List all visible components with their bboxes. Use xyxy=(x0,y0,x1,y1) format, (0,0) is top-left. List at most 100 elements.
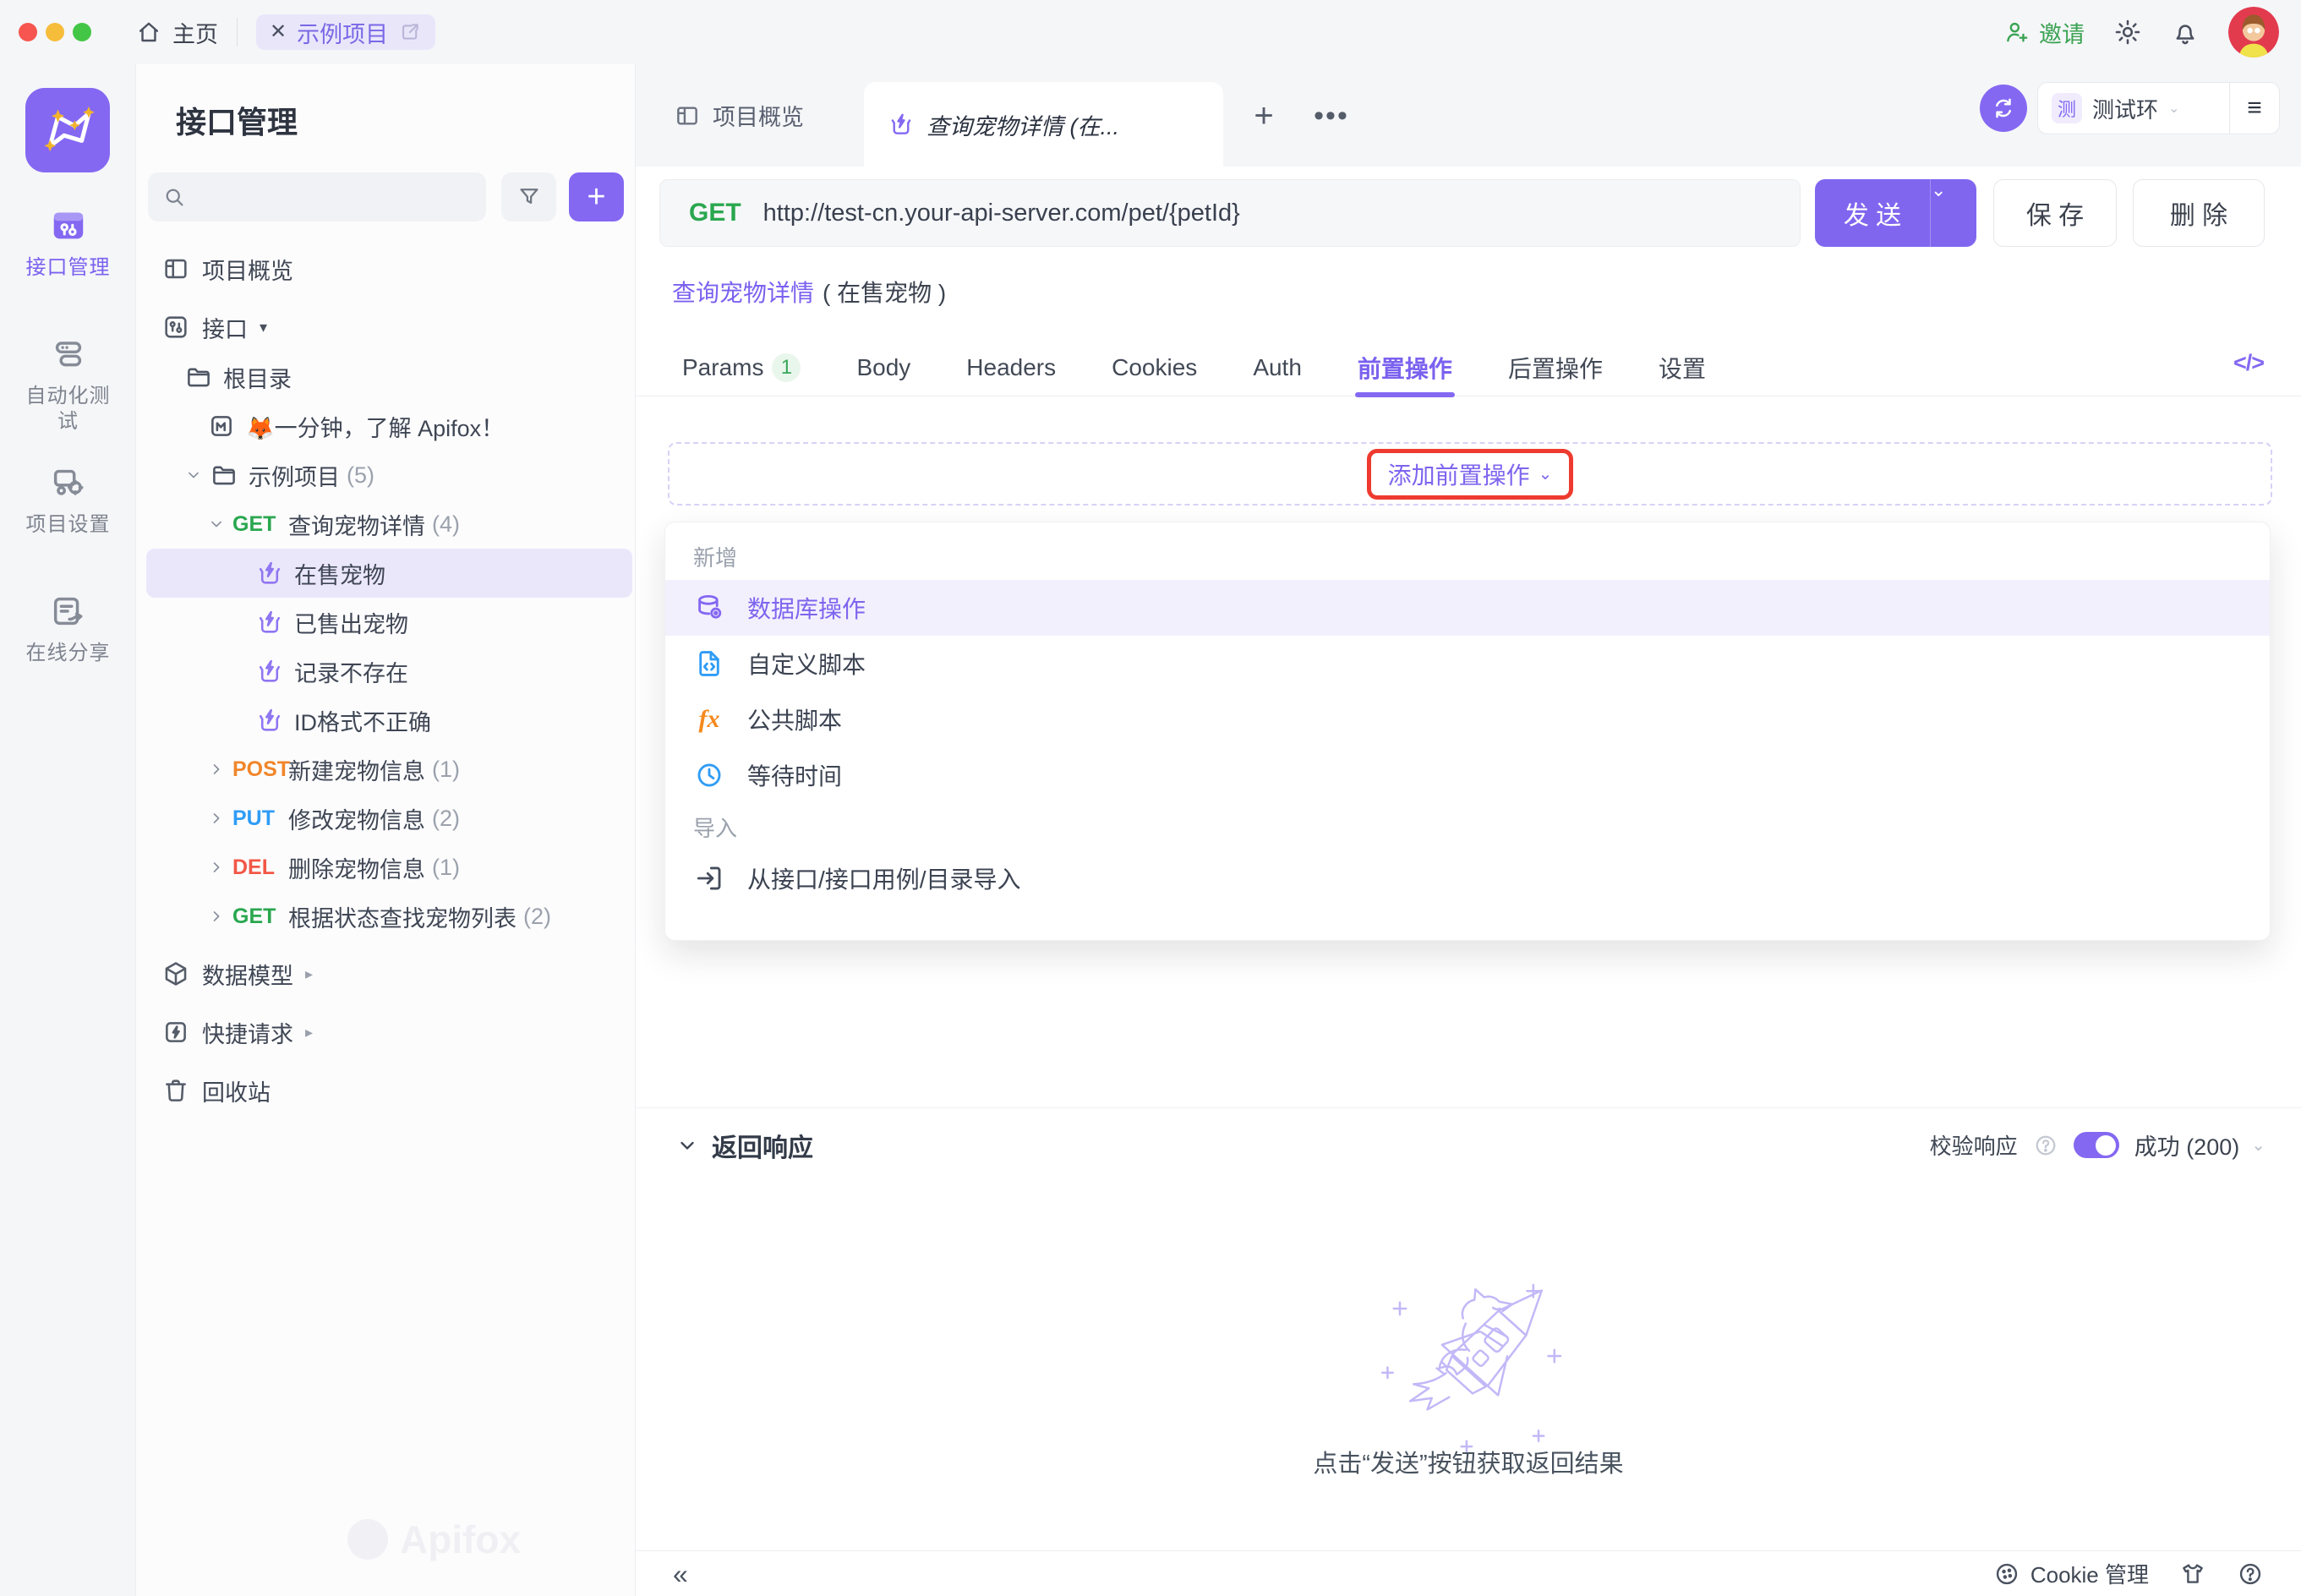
notifications-bell-icon[interactable] xyxy=(2171,18,2200,46)
tree-item[interactable]: 🦊一分钟，了解 Apifox！ xyxy=(146,402,632,451)
rail-item-auto-test[interactable]: 自动化测试 xyxy=(0,335,136,435)
tree-item[interactable]: GET根据状态查找宠物列表(2) xyxy=(146,892,632,941)
home-tab[interactable]: 主页 xyxy=(135,16,218,49)
request-tab-前置操作[interactable]: 前置操作 xyxy=(1358,339,1452,396)
search-input[interactable] xyxy=(148,172,486,221)
tree-item[interactable]: 示例项目(5) xyxy=(146,451,632,500)
annotation-highlight-box: 添加前置操作 ⌄ xyxy=(1367,449,1574,500)
layout-menu-button[interactable]: ≡ xyxy=(2230,94,2279,123)
sidebar-item-data-model[interactable]: 数据模型▸ xyxy=(136,950,636,998)
tab-api-case-active[interactable]: 查询宠物详情 (在... xyxy=(864,82,1223,167)
new-tab-button[interactable]: + xyxy=(1243,96,1285,135)
chevron-right-icon[interactable] xyxy=(207,808,232,828)
send-options-chevron-icon[interactable]: ⌄ xyxy=(1931,179,1976,247)
filter-button[interactable] xyxy=(501,172,556,221)
environment-name: 测试环 xyxy=(2092,93,2158,124)
expected-response-selector[interactable]: 成功 (200) ⌄ xyxy=(2134,1129,2265,1161)
tree-item[interactable]: GET查询宠物详情(4) xyxy=(146,500,632,549)
code-view-toggle[interactable]: </> xyxy=(2233,350,2264,376)
tree-item[interactable]: ID格式不正确 xyxy=(146,696,632,745)
apifox-logo[interactable] xyxy=(25,88,110,172)
collapse-sidebar-button[interactable]: « xyxy=(673,1560,688,1588)
validate-response-toggle[interactable] xyxy=(2074,1132,2119,1158)
save-button[interactable]: 保 存 xyxy=(1993,179,2117,247)
menu-item-fx[interactable]: fx公共脚本 xyxy=(665,691,2270,747)
help-question-icon[interactable] xyxy=(2033,1133,2058,1158)
case-icon xyxy=(255,706,284,735)
menu-item-import[interactable]: 从接口/接口用例/目录导入 xyxy=(665,850,2270,906)
import-icon xyxy=(693,862,725,894)
folder-icon xyxy=(184,363,213,391)
tab-overflow-menu-button[interactable]: ••• xyxy=(1310,96,1353,135)
url-input[interactable]: GET http://test-cn.your-api-server.com/p… xyxy=(659,179,1801,247)
delete-button[interactable]: 删 除 xyxy=(2133,179,2265,247)
data-model-icon xyxy=(161,959,190,988)
chevron-right-icon[interactable] xyxy=(207,759,232,779)
chevron-down-icon[interactable] xyxy=(207,514,232,534)
request-tab-设置[interactable]: 设置 xyxy=(1659,339,1706,396)
tree-item[interactable]: POST新建宠物信息(1) xyxy=(146,745,632,794)
workspace-tabstrip: 项目概览 查询宠物详情 (在... + ••• 测 测试环 ⌄ ≡ xyxy=(636,64,2301,167)
apifox-watermark: Apifox xyxy=(347,1517,521,1562)
breadcrumb-api-link[interactable]: 查询宠物详情 xyxy=(672,275,814,309)
response-collapse[interactable]: 返回响应 xyxy=(676,1127,813,1164)
menu-item-label: 从接口/接口用例/目录导入 xyxy=(747,861,1021,895)
project-tab[interactable]: ✕ 示例项目 xyxy=(256,14,435,50)
caret-down-icon[interactable]: ▾ xyxy=(260,319,267,336)
send-button-label[interactable]: 发 送 xyxy=(1815,179,1931,247)
rail-item-online-share[interactable]: 在线分享 xyxy=(0,592,136,666)
add-api-button[interactable]: + xyxy=(569,172,624,221)
tree-item[interactable]: DEL删除宠物信息(1) xyxy=(146,843,632,892)
rail-item-project-settings[interactable]: 项目设置 xyxy=(0,463,136,538)
tree-item[interactable]: PUT修改宠物信息(2) xyxy=(146,794,632,843)
environment-selector[interactable]: 测 测试环 ⌄ xyxy=(2038,93,2229,124)
request-tab-Body[interactable]: Body xyxy=(856,339,910,396)
send-button[interactable]: 发 送 ⌄ xyxy=(1815,179,1976,247)
cookie-manager-button[interactable]: Cookie 管理 xyxy=(1993,1558,2149,1589)
menu-item-label: 自定义脚本 xyxy=(747,647,866,680)
minimize-window-button[interactable] xyxy=(46,23,64,41)
request-tab-Headers[interactable]: Headers xyxy=(966,339,1056,396)
zoom-window-button[interactable] xyxy=(73,23,91,41)
menu-item-clock[interactable]: 等待时间 xyxy=(665,747,2270,803)
response-title: 返回响应 xyxy=(712,1127,813,1164)
external-link-icon[interactable] xyxy=(398,20,422,44)
chevron-right-icon[interactable] xyxy=(207,857,232,877)
chevron-right-icon[interactable] xyxy=(207,906,232,926)
request-bar: GET http://test-cn.your-api-server.com/p… xyxy=(636,179,2301,247)
menu-item-file-code[interactable]: 自定义脚本 xyxy=(665,636,2270,691)
folder-icon xyxy=(210,461,238,489)
settings-gear-icon[interactable] xyxy=(2113,18,2142,46)
caret-right-icon[interactable]: ▸ xyxy=(305,1024,313,1041)
request-tab-后置操作[interactable]: 后置操作 xyxy=(1508,339,1603,396)
tree-item[interactable]: 记录不存在 xyxy=(146,647,632,696)
case-icon xyxy=(255,608,284,637)
request-tab-Auth[interactable]: Auth xyxy=(1253,339,1302,396)
tab-project-overview[interactable]: 项目概览 xyxy=(674,64,804,167)
rail-item-api-manage[interactable]: 接口管理 xyxy=(0,206,136,281)
tshirt-theme-icon[interactable] xyxy=(2179,1560,2206,1588)
request-tab-Cookies[interactable]: Cookies xyxy=(1112,339,1197,396)
sync-button[interactable] xyxy=(1980,85,2027,132)
chevron-down-icon[interactable] xyxy=(184,465,210,485)
sidebar-item-quick-request[interactable]: 快捷请求▸ xyxy=(136,1008,636,1056)
invite-button[interactable]: 邀请 xyxy=(2003,16,2085,49)
close-tab-icon[interactable]: ✕ xyxy=(270,22,287,42)
sidebar-item-trash[interactable]: 回收站 xyxy=(136,1067,636,1114)
sidebar-item-project-overview[interactable]: 项目概览 xyxy=(136,245,636,292)
funnel-icon xyxy=(516,184,542,210)
tree-item[interactable]: 在售宠物 xyxy=(146,549,632,598)
sidebar-section-apis[interactable]: 接口 ▾ xyxy=(136,303,636,351)
user-avatar[interactable] xyxy=(2228,7,2279,57)
add-pre-operation-button[interactable]: 添加前置操作 ⌄ xyxy=(1388,457,1553,491)
menu-item-database[interactable]: 数据库操作 xyxy=(665,580,2270,636)
request-tabs: Params1 Body Headers Cookies Auth 前置操作后置操作设置 xyxy=(636,339,2301,396)
tree-item[interactable]: 根目录 xyxy=(146,353,632,402)
request-tab-Params[interactable]: Params1 xyxy=(682,339,801,396)
tree-item[interactable]: 已售出宠物 xyxy=(146,598,632,647)
fx-icon: fx xyxy=(693,703,725,735)
help-question-icon[interactable] xyxy=(2237,1560,2264,1588)
caret-right-icon[interactable]: ▸ xyxy=(305,965,313,983)
close-window-button[interactable] xyxy=(19,23,37,41)
database-icon xyxy=(693,592,725,624)
